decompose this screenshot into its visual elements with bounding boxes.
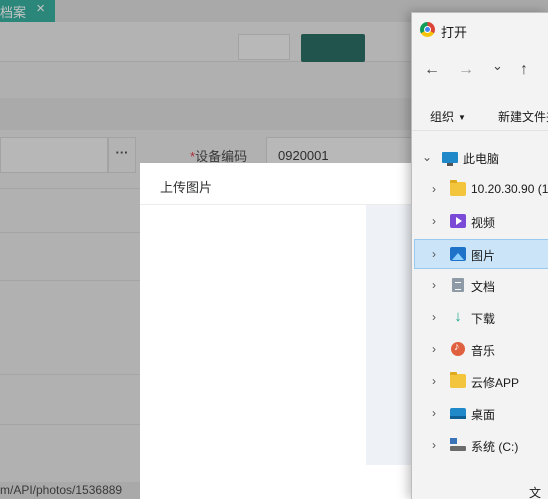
up-arrow-icon[interactable]: ↑ <box>520 61 528 79</box>
tree-item-label: 此电脑 <box>463 152 500 166</box>
caret-down-icon: ▼ <box>458 113 466 122</box>
forward-arrow-icon[interactable]: → <box>458 61 474 79</box>
chevron-right-icon[interactable]: › <box>432 438 436 452</box>
tree-item-system-drive[interactable]: › 系统 (C:) <box>412 431 548 461</box>
music-icon <box>451 341 465 356</box>
file-open-dialog: 打开 ← → ⌄ ↑ 组织▼ 新建文件夹 ⌄ 此电脑 › 10.20.30.90… <box>411 12 548 499</box>
drive-icon <box>450 438 466 452</box>
filename-label: 文 <box>529 486 542 499</box>
dialog-toolbar: 组织▼ 新建文件夹 <box>412 99 548 131</box>
tree-item-label: 系统 (C:) <box>471 440 519 454</box>
navigation-bar: ← → ⌄ ↑ <box>412 55 548 89</box>
pictures-icon <box>450 247 466 261</box>
tree-item-label: 文档 <box>471 280 496 294</box>
video-icon <box>450 214 466 228</box>
download-icon: ↓ <box>454 308 462 325</box>
tree-item-label: 10.20.30.90 (1 <box>471 182 548 196</box>
tree-item-label: 下载 <box>471 312 496 326</box>
tree-item-label: 图片 <box>471 249 496 263</box>
documents-icon <box>452 278 464 292</box>
folder-icon <box>450 180 466 196</box>
chevron-right-icon[interactable]: › <box>432 278 436 292</box>
chevron-right-icon[interactable]: › <box>432 342 436 356</box>
tree-item-music[interactable]: › 音乐 <box>412 335 548 365</box>
chevron-right-icon[interactable]: › <box>432 374 436 388</box>
tree-item-yunxiu-app[interactable]: › 云修APP <box>412 367 548 397</box>
chevron-right-icon[interactable]: › <box>432 214 436 228</box>
tree-item-this-pc[interactable]: ⌄ 此电脑 <box>412 143 548 173</box>
upload-dialog-body <box>140 205 420 499</box>
chrome-icon <box>420 22 435 37</box>
chevron-down-icon[interactable]: ⌄ <box>422 150 432 164</box>
dialog-titlebar: 打开 <box>412 13 548 47</box>
chevron-right-icon[interactable]: › <box>432 182 436 196</box>
tree-item-pictures[interactable]: › 图片 <box>414 239 548 269</box>
tree-item-label: 桌面 <box>471 408 496 422</box>
chevron-right-icon[interactable]: › <box>432 310 436 324</box>
upload-dialog: 上传图片 <box>140 163 420 499</box>
tree-item-downloads[interactable]: › ↓ 下载 <box>412 303 548 333</box>
chevron-right-icon[interactable]: › <box>432 247 436 261</box>
this-pc-icon <box>442 152 458 166</box>
tree-item-desktop[interactable]: › 桌面 <box>412 399 548 429</box>
dialog-title: 打开 <box>441 25 468 40</box>
folder-icon <box>450 372 466 388</box>
tree-item-label: 音乐 <box>471 344 496 358</box>
new-folder-button[interactable]: 新建文件夹 <box>498 108 548 125</box>
tree-item-videos[interactable]: › 视频 <box>412 207 548 237</box>
tree-item-label: 视频 <box>471 216 496 230</box>
organize-menu[interactable]: 组织 ▼ <box>430 108 466 125</box>
tree-item-network-share[interactable]: › 10.20.30.90 (1 <box>412 175 548 205</box>
upload-dialog-title: 上传图片 <box>140 163 420 205</box>
organize-label: 组织 <box>430 110 455 124</box>
tree-item-label: 云修APP <box>471 376 520 390</box>
desktop-icon <box>450 408 466 419</box>
chevron-right-icon[interactable]: › <box>432 406 436 420</box>
back-arrow-icon[interactable]: ← <box>424 61 440 79</box>
recent-locations-icon[interactable]: ⌄ <box>492 57 503 75</box>
tree-item-documents[interactable]: › 文档 <box>412 271 548 301</box>
